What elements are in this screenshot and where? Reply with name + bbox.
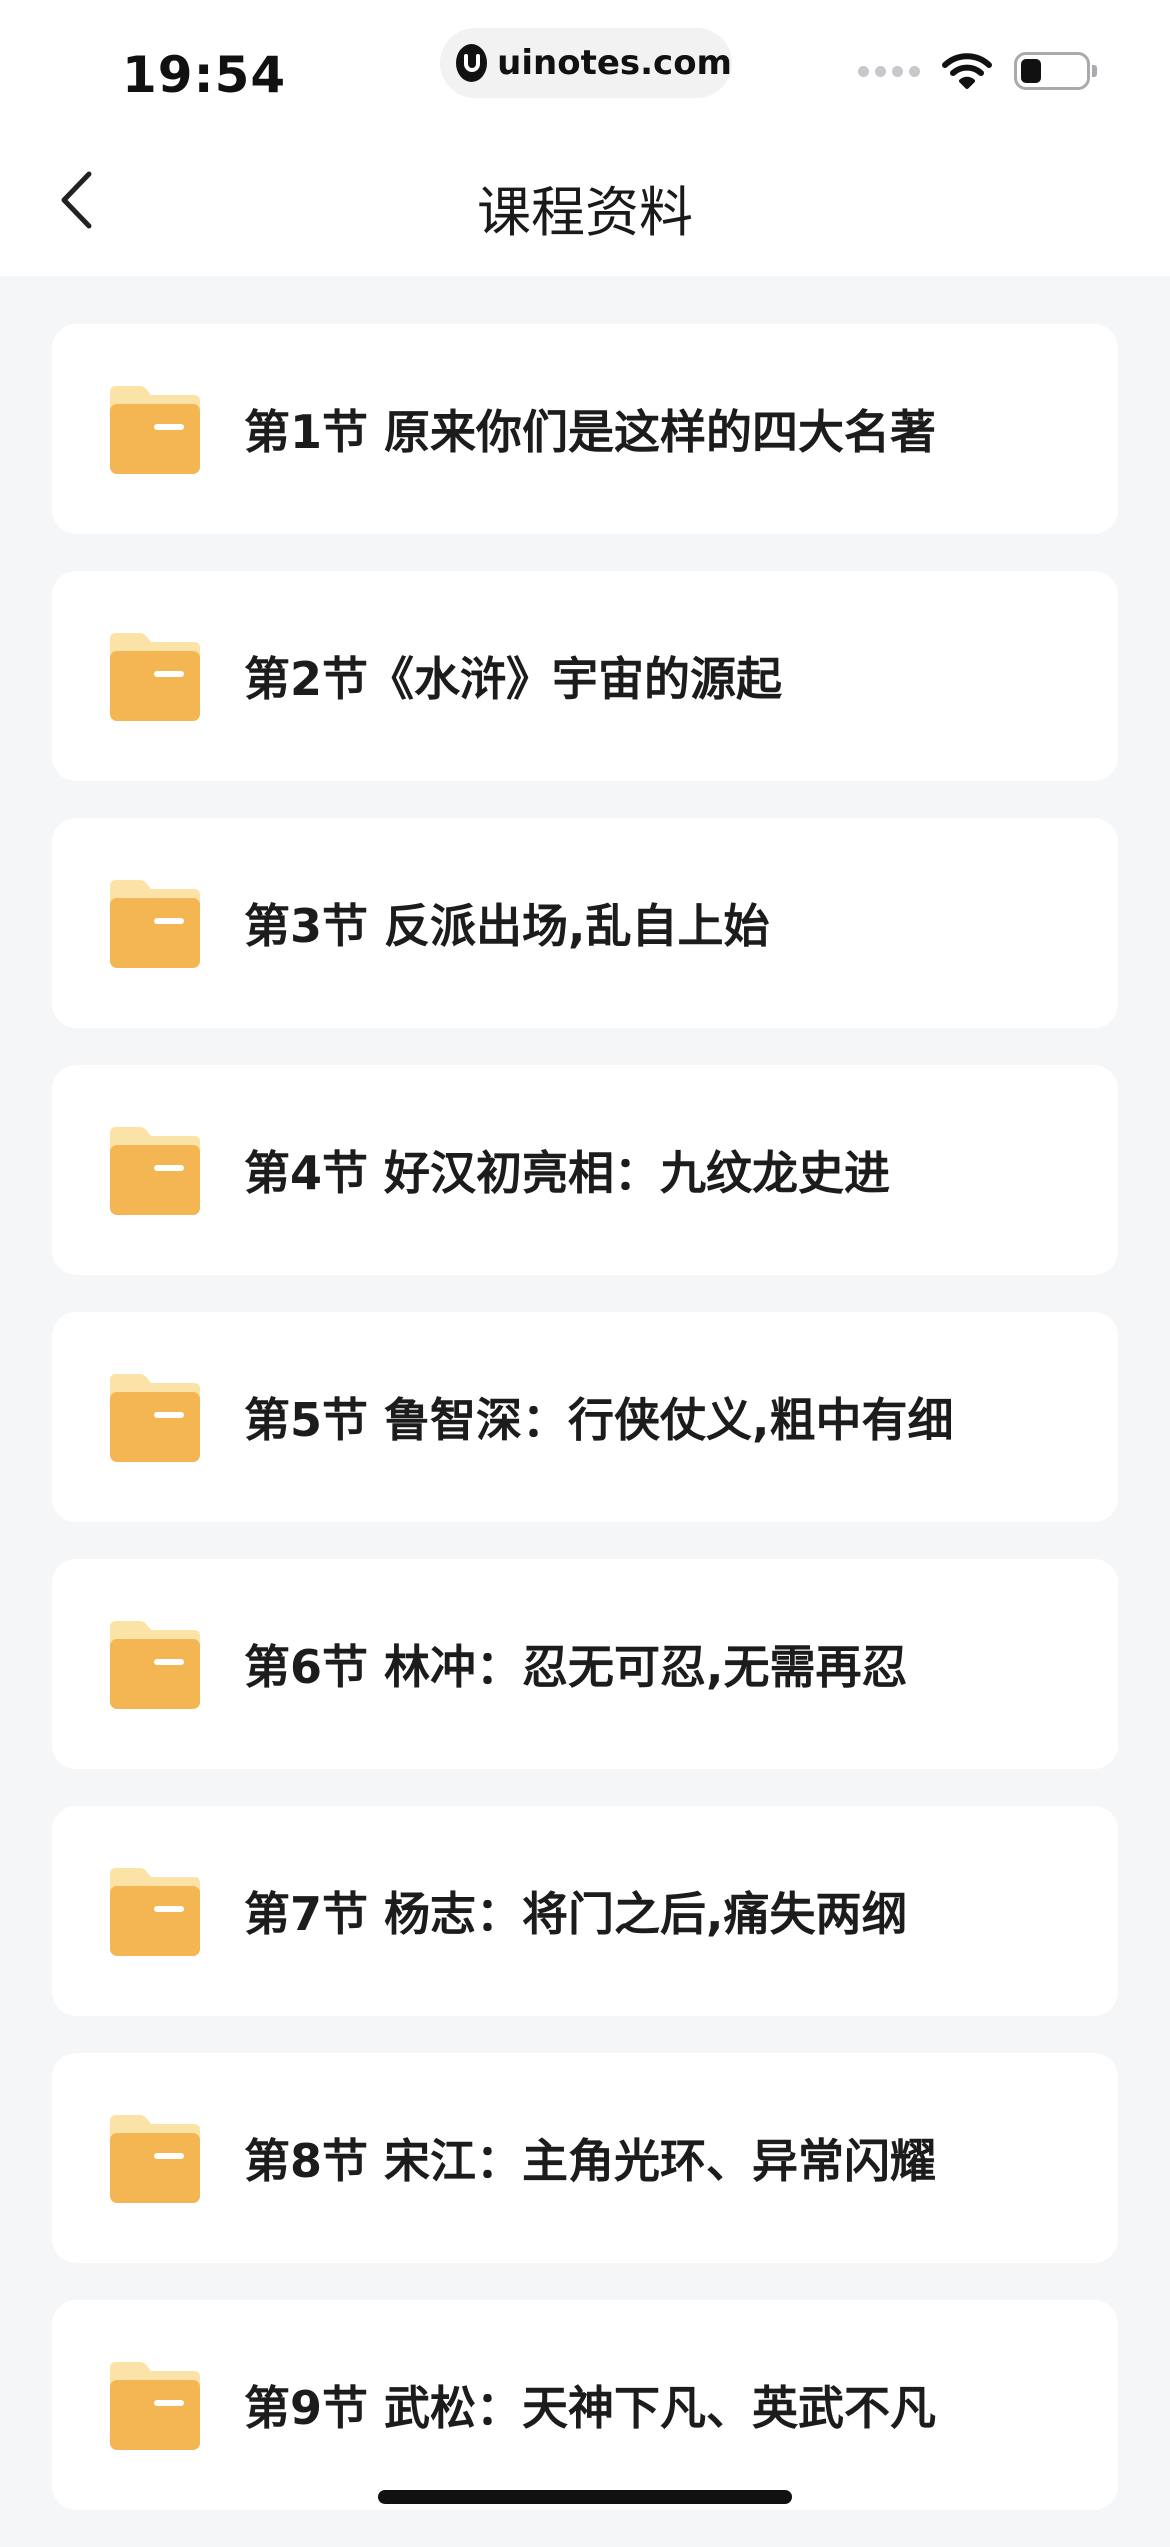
folder-icon xyxy=(108,629,202,723)
lesson-item-9[interactable]: 第9节 武松：天神下凡、英武不凡 xyxy=(52,2300,1118,2510)
lesson-item-3[interactable]: 第3节 反派出场,乱自上始 xyxy=(52,818,1118,1028)
cellular-signal-icon xyxy=(858,65,920,77)
lesson-title: 第4节 好汉初亮相：九纹龙史进 xyxy=(244,1146,891,1200)
folder-icon xyxy=(108,2111,202,2205)
lesson-title: 第9节 武松：天神下凡、英武不凡 xyxy=(244,2381,937,2435)
url-pill[interactable]: uinotes.com xyxy=(440,28,732,98)
lesson-title: 第8节 宋江：主角光环、异常闪耀 xyxy=(244,2134,937,2188)
lesson-item-7[interactable]: 第7节 杨志：将门之后,痛失两纲 xyxy=(52,1806,1118,2016)
status-time: 19:54 xyxy=(122,46,287,104)
site-logo-icon xyxy=(456,44,488,82)
lesson-title: 第5节 鲁智深：行侠仗义,粗中有细 xyxy=(244,1393,954,1447)
lesson-item-1[interactable]: 第1节 原来你们是这样的四大名著 xyxy=(52,324,1118,534)
folder-icon xyxy=(108,1123,202,1217)
folder-icon xyxy=(108,382,202,476)
status-icons xyxy=(858,52,1097,90)
lesson-item-6[interactable]: 第6节 林冲：忍无可忍,无需再忍 xyxy=(52,1559,1118,1769)
home-indicator[interactable] xyxy=(378,2490,792,2504)
header: 19:54 uinotes.com 课程资料 xyxy=(0,0,1170,276)
lesson-title: 第6节 林冲：忍无可忍,无需再忍 xyxy=(244,1640,908,1694)
battery-icon xyxy=(1014,52,1097,90)
lesson-title: 第3节 反派出场,乱自上始 xyxy=(244,899,770,953)
folder-icon xyxy=(108,1864,202,1958)
lesson-item-4[interactable]: 第4节 好汉初亮相：九纹龙史进 xyxy=(52,1065,1118,1275)
lesson-item-5[interactable]: 第5节 鲁智深：行侠仗义,粗中有细 xyxy=(52,1312,1118,1522)
lesson-list: 第1节 原来你们是这样的四大名著 第2节《水浒》宇宙的源起 第3节 反派出场,乱… xyxy=(52,324,1118,2547)
folder-icon xyxy=(108,1617,202,1711)
lesson-item-2[interactable]: 第2节《水浒》宇宙的源起 xyxy=(52,571,1118,781)
lesson-title: 第2节《水浒》宇宙的源起 xyxy=(244,652,783,706)
folder-icon xyxy=(108,1370,202,1464)
lesson-item-8[interactable]: 第8节 宋江：主角光环、异常闪耀 xyxy=(52,2053,1118,2263)
lesson-title: 第7节 杨志：将门之后,痛失两纲 xyxy=(244,1887,908,1941)
wifi-icon xyxy=(942,53,992,89)
page-title: 课程资料 xyxy=(477,181,693,244)
folder-icon xyxy=(108,876,202,970)
lesson-title: 第1节 原来你们是这样的四大名著 xyxy=(244,405,937,459)
folder-icon xyxy=(108,2358,202,2452)
url-text: uinotes.com xyxy=(497,43,732,83)
